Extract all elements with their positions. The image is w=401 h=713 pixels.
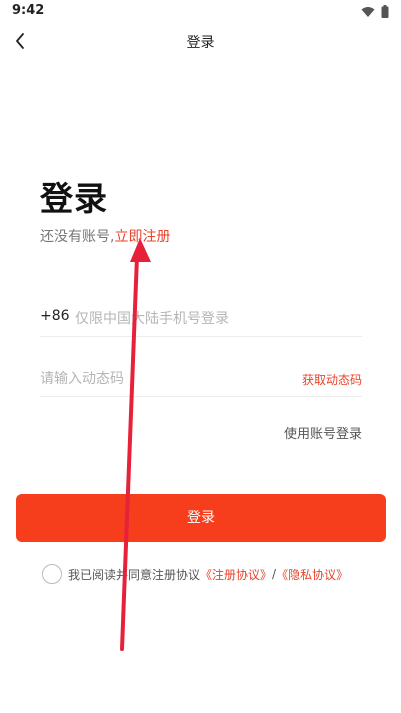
page-heading: 登录	[40, 179, 108, 218]
login-button[interactable]: 登录	[16, 494, 386, 542]
agreement-text: 我已阅读并同意注册协议	[68, 567, 201, 582]
phone-input-placeholder[interactable]: 仅限中国大陆手机号登录	[75, 308, 229, 328]
register-agreement-link[interactable]: 《注册协议》	[200, 566, 272, 583]
agreement-row: 我已阅读并同意注册协议 《注册协议》 / 《隐私协议》	[42, 563, 348, 585]
register-link[interactable]: 立即注册	[114, 229, 170, 245]
battery-icon	[381, 5, 389, 18]
get-code-button[interactable]: 获取动态码	[302, 371, 362, 388]
register-prompt: 还没有账号,立即注册	[40, 226, 170, 246]
status-bar: 9:42	[0, 0, 401, 24]
code-field[interactable]: 请输入动态码 获取动态码	[40, 356, 362, 397]
agree-checkbox[interactable]	[42, 564, 62, 584]
phone-field[interactable]: +86 仅限中国大陆手机号登录	[40, 296, 362, 337]
no-account-text: 还没有账号,	[40, 229, 115, 245]
status-time: 9:42	[12, 3, 45, 18]
code-input-placeholder[interactable]: 请输入动态码	[40, 368, 124, 388]
wifi-icon	[361, 6, 375, 17]
status-icons	[361, 5, 389, 18]
nav-title: 登录	[186, 35, 215, 51]
country-code[interactable]: +86	[40, 308, 70, 324]
account-login-link[interactable]: 使用账号登录	[284, 423, 362, 442]
privacy-agreement-link[interactable]: 《隐私协议》	[276, 566, 348, 583]
nav-bar: 登录	[0, 24, 401, 58]
